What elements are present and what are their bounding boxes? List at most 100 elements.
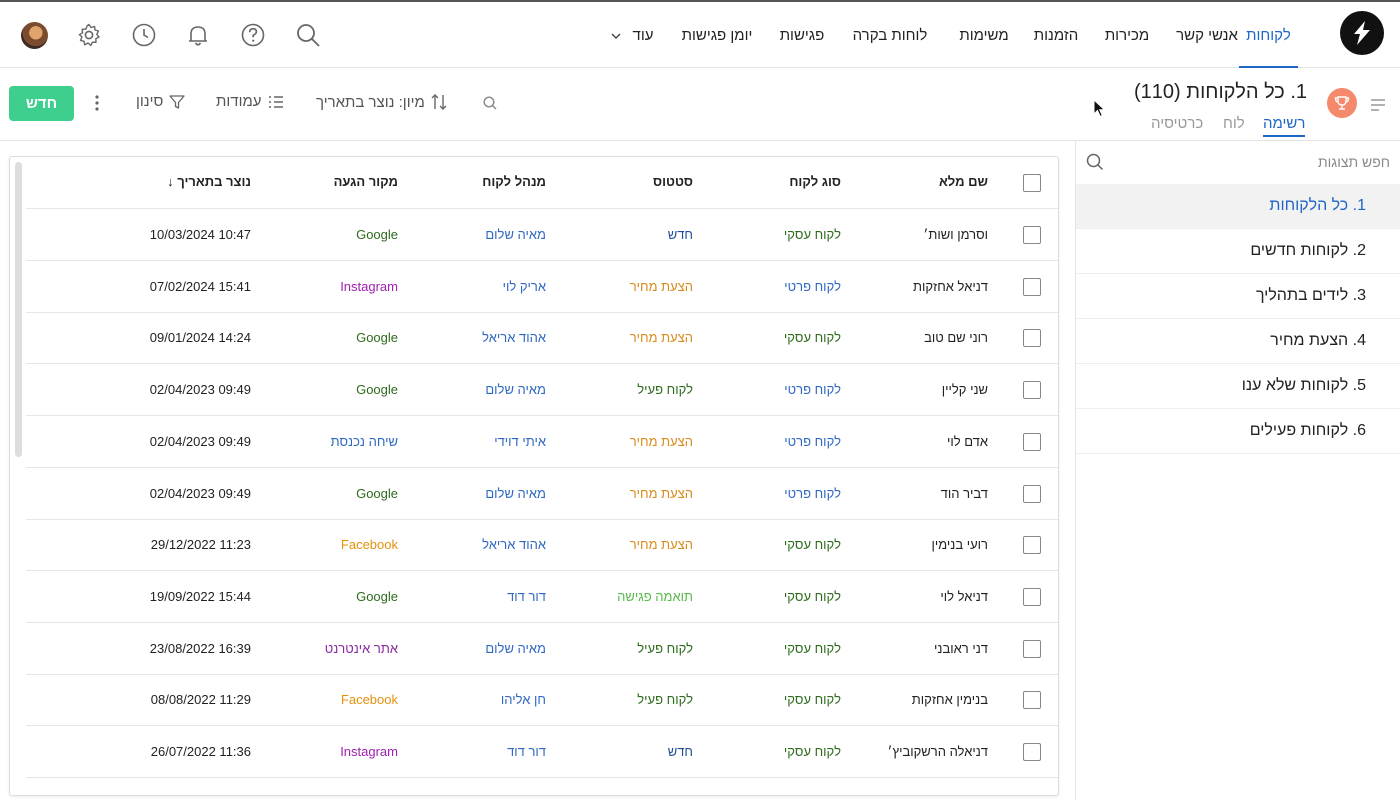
row-checkbox[interactable] — [1023, 484, 1041, 503]
header-lead-source[interactable]: מקור הגעה — [278, 157, 398, 209]
table-row[interactable]: דניאל אחזקות לקוח פרטי הצעת מחיר אריק לוי In… — [26, 261, 1058, 313]
row-checkbox[interactable] — [1023, 743, 1041, 761]
cell-account-manager[interactable]: אהוד אריאל — [426, 519, 546, 571]
menu-lines-icon[interactable] — [1370, 98, 1386, 112]
cell-created-date: 26/07/2022 11:36 — [150, 744, 251, 759]
nav-tab-tasks[interactable]: משימות — [955, 2, 1013, 68]
cell-created-date: 10/03/2024 10:47 — [149, 227, 251, 242]
cell-account-manager[interactable]: דור דוד — [426, 571, 546, 623]
cell-customer-type: לקוח פרטי — [784, 433, 841, 449]
sort-button[interactable]: מיון: נוצר בתאריך — [316, 93, 447, 111]
record-count: (110) — [1133, 81, 1181, 103]
cell-account-manager[interactable]: מאיה שלום — [426, 364, 546, 416]
table-header-row: שם מלא סוג לקוח סטטוס מנהל לקוח מקור הגע… — [26, 157, 1058, 209]
more-vertical-icon[interactable] — [94, 94, 100, 112]
help-icon[interactable] — [240, 22, 266, 48]
header-created-date[interactable]: נוצר בתאריך ↓ — [111, 157, 251, 209]
columns-button[interactable]: עמודות — [216, 93, 284, 110]
logo-icon[interactable] — [1340, 11, 1384, 55]
cell-account-manager[interactable]: מאיה שלום — [426, 209, 546, 261]
cell-account-manager[interactable]: אהוד אריאל — [426, 312, 546, 364]
cell-customer-type: לקוח פרטי — [784, 278, 841, 294]
tab-board[interactable]: לוח — [1223, 115, 1245, 132]
nav-tab-orders[interactable]: הזמנות — [1030, 2, 1082, 68]
search-icon[interactable] — [295, 22, 321, 48]
sidebar-view-all-customers[interactable]: 1. כל הלקוחות — [1076, 184, 1400, 229]
view-search — [1076, 141, 1400, 184]
header-status[interactable]: סטטוס — [573, 157, 693, 209]
header-customer-type[interactable]: סוג לקוח — [731, 157, 841, 209]
cell-customer-type: לקוח עסקי — [783, 537, 841, 553]
sort-arrows-icon — [431, 94, 447, 110]
tab-cards[interactable]: כרטיסיה — [1151, 115, 1203, 132]
row-checkbox[interactable] — [1023, 226, 1041, 244]
table-row[interactable]: דביר הוד לקוח פרטי הצעת מחיר מאיה שלום Googl… — [26, 468, 1058, 520]
cell-customer-type: לקוח פרטי — [784, 485, 841, 501]
cell-lead-source: Google — [356, 588, 398, 604]
sidebar-view-leads-in-progress[interactable]: 3. לידים בתהליך — [1076, 274, 1400, 319]
gear-icon[interactable] — [76, 22, 102, 48]
nav-tab-customers[interactable]: לקוחות — [1239, 2, 1298, 68]
sidebar-view-no-answer[interactable]: 5. לקוחות שלא ענו — [1076, 364, 1400, 409]
view-search-input[interactable] — [1130, 151, 1390, 173]
row-checkbox[interactable] — [1023, 691, 1041, 710]
search-icon[interactable] — [1086, 153, 1104, 171]
table-row[interactable]: אדם לוי לקוח פרטי הצעת מחיר איתי דוידי שיחה … — [26, 416, 1058, 468]
row-checkbox[interactable] — [1023, 639, 1041, 658]
row-checkbox[interactable] — [1023, 536, 1041, 555]
table-row[interactable]: שני קליין לקוח פרטי לקוח פעיל מאיה שלום Goog… — [26, 364, 1058, 417]
row-checkbox[interactable] — [1023, 329, 1041, 348]
page-title: 1. כל הלקוחות (110) — [1134, 81, 1307, 104]
cell-status: הצעת מחיר — [629, 433, 693, 449]
table-row[interactable]: דניאל לוי לקוח עסקי תואמה פגישה דור דוד Goog… — [26, 571, 1058, 623]
select-all-checkbox[interactable] — [1023, 174, 1041, 192]
nav-tab-more[interactable]: עוד — [628, 2, 658, 68]
table-row[interactable]: רועי בנימין לקוח עסקי הצעת מחיר אהוד אריאל F… — [26, 519, 1058, 572]
cell-created-date: 23/08/2022 16:39 — [149, 640, 251, 656]
cell-customer-type: לקוח עסקי — [783, 744, 841, 759]
cell-account-manager[interactable]: מאיה שלום — [426, 623, 546, 675]
cell-customer-type: לקוח פרטי — [784, 382, 841, 398]
filter-icon — [169, 94, 186, 109]
cell-account-manager[interactable]: אריק לוי — [426, 261, 546, 313]
cell-created-date: 08/08/2022 11:29 — [150, 692, 251, 708]
row-checkbox[interactable] — [1023, 432, 1041, 451]
row-checkbox[interactable] — [1023, 587, 1041, 606]
table-row[interactable]: רוני שם טוב לקוח עסקי הצעת מחיר אהוד אריאל G… — [26, 312, 1058, 365]
cell-created-date: 02/04/2023 09:49 — [149, 485, 251, 501]
cell-created-date: 07/02/2024 15:41 — [149, 278, 251, 294]
cell-account-manager[interactable]: מאיה שלום — [426, 468, 546, 520]
row-checkbox[interactable] — [1023, 277, 1041, 296]
table-row[interactable]: בנימין אחזקות לקוח עסקי לקוח פעיל חן אליהו F… — [26, 674, 1058, 727]
nav-tab-contacts[interactable]: אנשי קשר — [1172, 2, 1242, 68]
nav-tab-meeting-calendar[interactable]: יומן פגישות — [677, 2, 757, 68]
cell-account-manager[interactable]: חן אליהו — [426, 674, 546, 726]
table-row[interactable]: וסרמן ושות׳ לקוח עסקי חדש מאיה שלום Google 10… — [26, 209, 1058, 261]
table-search-icon[interactable] — [483, 96, 497, 110]
cell-account-manager[interactable]: דור דוד — [426, 726, 546, 778]
sidebar-view-price-quote[interactable]: 4. הצעת מחיר — [1076, 319, 1400, 364]
avatar[interactable] — [21, 22, 48, 49]
columns-list-icon — [268, 95, 283, 108]
table-row[interactable]: דניאלה הרשקוביץ׳ לקוח עסקי חדש דור דוד Insta… — [26, 726, 1058, 778]
table-row[interactable]: דני ראובני לקוח עסקי לקוח פעיל מאיה שלום אתר… — [26, 623, 1058, 675]
cell-status: לקוח פעיל — [637, 382, 693, 398]
nav-tab-meetings[interactable]: פגישות — [776, 2, 828, 68]
nav-tab-sales[interactable]: מכירות — [1100, 2, 1154, 68]
sidebar-view-new-customers[interactable]: 2. לקוחות חדשים — [1076, 229, 1400, 274]
tab-list[interactable]: רשימה — [1263, 115, 1306, 137]
filter-button[interactable]: סינון — [136, 93, 186, 110]
cell-customer-type: לקוח עסקי — [783, 227, 841, 242]
table-scrollbar[interactable] — [15, 162, 22, 457]
chevron-down-icon[interactable] — [610, 30, 622, 42]
clock-icon[interactable] — [131, 22, 157, 48]
cell-status: לקוח פעיל — [637, 640, 693, 656]
cell-status: חדש — [667, 227, 693, 242]
cell-account-manager[interactable]: איתי דוידי — [426, 416, 546, 468]
nav-tab-dashboards[interactable]: לוחות בקרה — [848, 2, 932, 68]
sidebar-view-active-customers[interactable]: 6. לקוחות פעילים — [1076, 409, 1400, 454]
header-account-manager[interactable]: מנהל לקוח — [426, 157, 546, 209]
row-checkbox[interactable] — [1023, 381, 1041, 400]
new-record-button[interactable]: חדש — [9, 86, 74, 121]
bell-icon[interactable] — [185, 22, 211, 48]
